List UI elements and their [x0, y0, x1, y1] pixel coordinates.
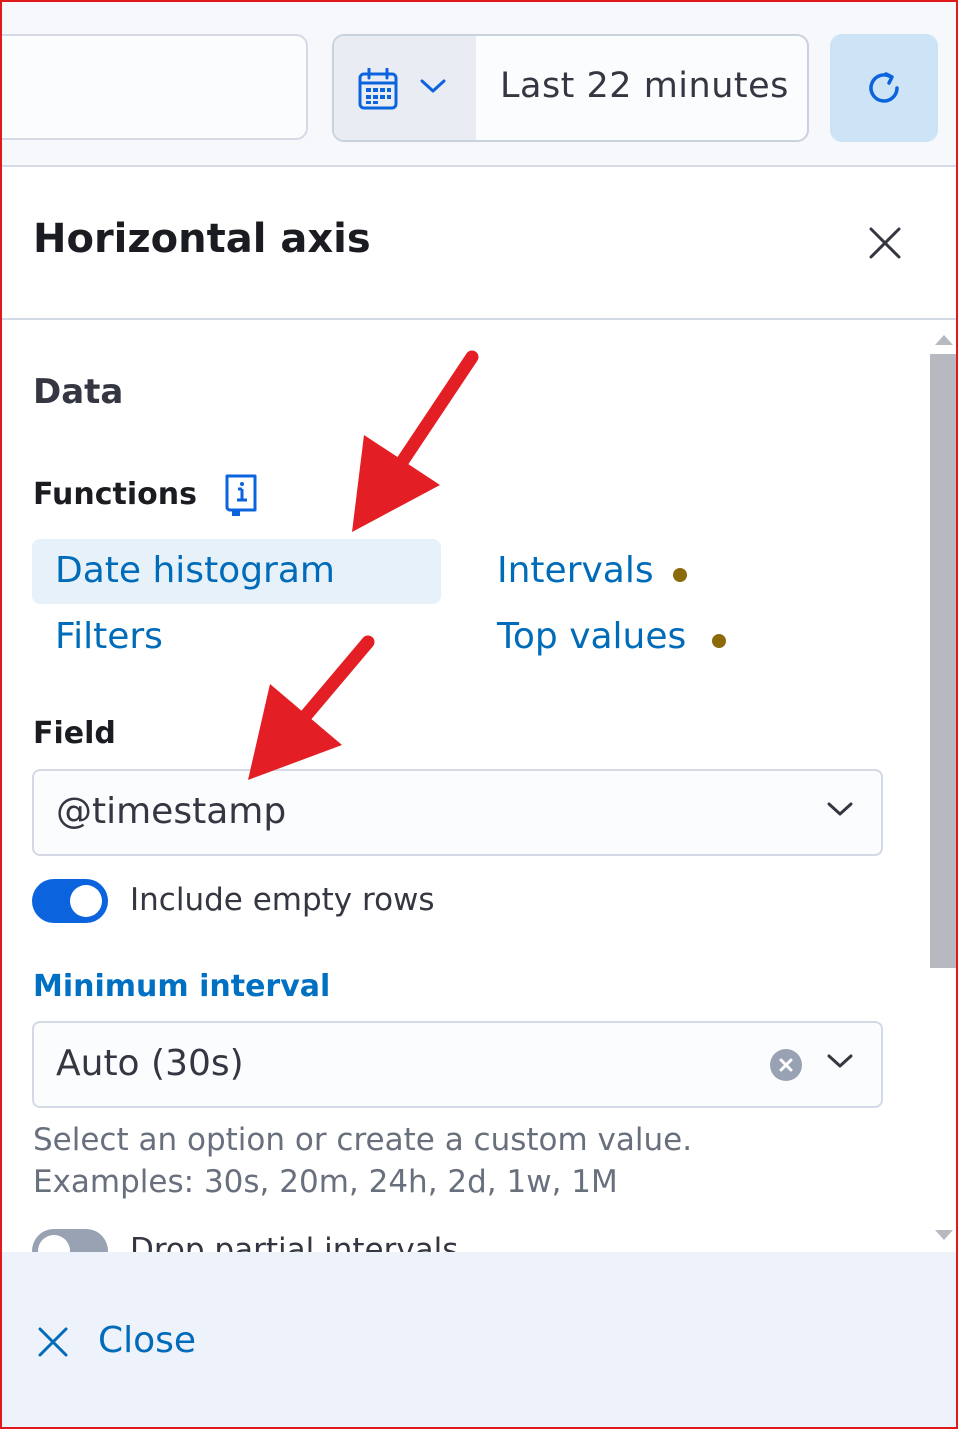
- flyout-body: Data Functions Date histogram Intervals …: [2, 320, 956, 1252]
- date-quick-menu-button[interactable]: [334, 36, 476, 140]
- chevron-down-icon: [420, 79, 446, 93]
- query-input[interactable]: [2, 34, 308, 140]
- documentation-icon[interactable]: [222, 473, 260, 517]
- chevron-down-icon: [827, 1054, 853, 1068]
- scroll-down-arrow-icon[interactable]: [935, 1230, 953, 1240]
- top-toolbar: Last 22 minutes: [2, 2, 956, 167]
- function-filters[interactable]: Filters: [55, 616, 163, 657]
- minimum-interval-value: Auto (30s): [56, 1043, 244, 1084]
- help-text-line-1: Select an option or create a custom valu…: [33, 1122, 693, 1158]
- drop-partial-intervals-label: Drop partial intervals: [130, 1232, 459, 1252]
- clear-icon[interactable]: [770, 1049, 802, 1081]
- close-icon[interactable]: [866, 224, 904, 262]
- footer-close-label: Close: [98, 1320, 197, 1361]
- function-intervals[interactable]: Intervals: [497, 550, 654, 591]
- app-frame: Last 22 minutes Horizontal axis Data Fun…: [0, 0, 958, 1429]
- function-top-values[interactable]: Top values: [497, 616, 686, 657]
- field-label: Field: [33, 716, 116, 751]
- function-date-histogram[interactable]: Date histogram: [55, 550, 335, 591]
- close-icon: [38, 1327, 68, 1357]
- refresh-icon: [869, 72, 899, 103]
- flyout-title: Horizontal axis: [33, 216, 371, 262]
- scrollbar-thumb[interactable]: [930, 354, 956, 968]
- minimum-interval-label: Minimum interval: [33, 969, 331, 1004]
- chevron-down-icon: [827, 802, 853, 816]
- field-value: @timestamp: [56, 791, 287, 832]
- functions-label: Functions: [33, 477, 197, 512]
- date-picker[interactable]: Last 22 minutes: [332, 34, 809, 142]
- cross-icon: [779, 1058, 793, 1072]
- include-empty-rows-label: Include empty rows: [130, 882, 435, 918]
- section-title-data: Data: [33, 372, 124, 412]
- date-range-label[interactable]: Last 22 minutes: [500, 66, 789, 106]
- toggle-knob: [70, 885, 102, 917]
- function-intervals-dot: [673, 568, 687, 582]
- minimum-interval-select[interactable]: Auto (30s): [32, 1021, 883, 1108]
- calendar-icon: [358, 68, 398, 110]
- drop-partial-intervals-toggle[interactable]: [32, 1229, 108, 1252]
- flyout-footer: Close: [2, 1252, 956, 1427]
- scroll-up-arrow-icon[interactable]: [935, 335, 953, 345]
- include-empty-rows-toggle[interactable]: [32, 879, 108, 923]
- help-text-line-2: Examples: 30s, 20m, 24h, 2d, 1w, 1M: [33, 1164, 618, 1200]
- field-select[interactable]: @timestamp: [32, 769, 883, 856]
- refresh-button[interactable]: [830, 34, 938, 142]
- toggle-knob: [38, 1235, 70, 1252]
- function-top-values-dot: [712, 634, 726, 648]
